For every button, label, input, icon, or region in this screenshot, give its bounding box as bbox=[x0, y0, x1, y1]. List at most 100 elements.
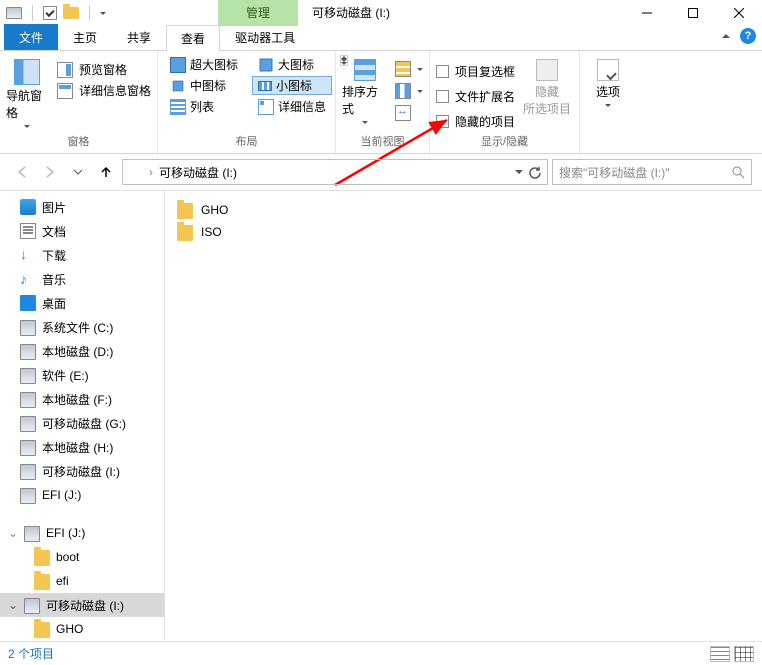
pictures-icon bbox=[20, 199, 36, 215]
up-button[interactable] bbox=[94, 160, 118, 184]
help-icon[interactable]: ? bbox=[740, 28, 756, 44]
close-button[interactable] bbox=[716, 0, 762, 26]
preview-pane-icon bbox=[57, 62, 73, 78]
columns-icon bbox=[395, 83, 411, 99]
layout-details[interactable]: 详细信息 bbox=[252, 97, 332, 116]
tab-share[interactable]: 共享 bbox=[112, 24, 166, 50]
status-bar: 2 个项目 bbox=[0, 641, 762, 665]
item-checkboxes-toggle[interactable]: 项目复选框 bbox=[436, 63, 515, 80]
qat-new-folder-icon[interactable] bbox=[63, 7, 79, 19]
desktop-icon bbox=[20, 295, 36, 311]
ribbon-tabs: 文件 主页 共享 查看 驱动器工具 ? bbox=[0, 26, 762, 50]
sort-icon bbox=[354, 59, 376, 81]
tree-documents[interactable]: 文档 bbox=[0, 219, 164, 243]
recent-locations-button[interactable] bbox=[66, 160, 90, 184]
tree-drive-h[interactable]: 本地磁盘 (H:) bbox=[0, 435, 164, 459]
tab-file[interactable]: 文件 bbox=[4, 24, 58, 50]
window-title: 可移动磁盘 (I:) bbox=[312, 0, 390, 26]
file-iso[interactable]: ISO bbox=[177, 221, 750, 243]
group-layout-label: 布局 bbox=[164, 133, 329, 151]
details-icon bbox=[258, 99, 274, 115]
sort-by-button[interactable]: 排序方式 bbox=[342, 55, 387, 133]
xl-icon bbox=[170, 57, 186, 73]
drive-icon bbox=[20, 344, 36, 360]
maximize-button[interactable] bbox=[670, 0, 716, 26]
fit-icon bbox=[395, 105, 411, 121]
contextual-tab-manage[interactable]: 管理 bbox=[218, 0, 298, 26]
hide-icon bbox=[536, 59, 558, 81]
tree-drive-c[interactable]: 系统文件 (C:) bbox=[0, 315, 164, 339]
options-button[interactable]: 选项 bbox=[586, 55, 630, 137]
drive-icon bbox=[20, 320, 36, 336]
drive-icon bbox=[24, 526, 40, 542]
drive-icon bbox=[20, 416, 36, 432]
size-columns-button[interactable] bbox=[395, 105, 423, 121]
minimize-button[interactable] bbox=[624, 0, 670, 26]
navigation-pane-button[interactable]: 导航窗格 bbox=[6, 55, 49, 133]
folder-icon bbox=[34, 550, 50, 566]
tree-music[interactable]: ♪音乐 bbox=[0, 267, 164, 291]
list-icon bbox=[170, 99, 186, 115]
tab-home[interactable]: 主页 bbox=[58, 24, 112, 50]
address-bar[interactable]: › 可移动磁盘 (I:) bbox=[122, 159, 548, 185]
drive-icon bbox=[20, 464, 36, 480]
collapse-ribbon-icon[interactable] bbox=[722, 34, 730, 38]
qat-properties-icon[interactable] bbox=[43, 6, 57, 20]
tree-removable-i-root[interactable]: ⌄可移动磁盘 (I:) bbox=[0, 593, 164, 617]
layout-list[interactable]: 列表 bbox=[164, 97, 244, 116]
forward-button[interactable] bbox=[38, 160, 62, 184]
details-pane-icon bbox=[57, 83, 73, 99]
tree-efi[interactable]: efi bbox=[0, 569, 164, 593]
hide-selected-button[interactable]: 隐藏 所选项目 bbox=[523, 55, 571, 133]
search-placeholder: 搜索"可移动磁盘 (I:)" bbox=[559, 164, 670, 181]
tab-drive-tools[interactable]: 驱动器工具 bbox=[220, 24, 310, 50]
navigation-row: › 可移动磁盘 (I:) 搜索"可移动磁盘 (I:)" bbox=[0, 154, 762, 190]
view-details-button[interactable] bbox=[710, 646, 730, 662]
chevron-down-icon bbox=[362, 121, 368, 124]
tree-drive-i[interactable]: 可移动磁盘 (I:) bbox=[0, 459, 164, 483]
navigation-tree[interactable]: 图片 文档 ↓下载 ♪音乐 桌面 系统文件 (C:) 本地磁盘 (D:) 软件 … bbox=[0, 191, 165, 640]
search-box[interactable]: 搜索"可移动磁盘 (I:)" bbox=[552, 159, 752, 185]
group-by-button[interactable] bbox=[395, 61, 423, 77]
preview-pane-button[interactable]: 预览窗格 bbox=[57, 61, 151, 78]
nav-pane-label: 导航窗格 bbox=[6, 87, 49, 121]
tree-drive-g[interactable]: 可移动磁盘 (G:) bbox=[0, 411, 164, 435]
checkbox-checked-icon bbox=[436, 115, 449, 128]
music-icon: ♪ bbox=[20, 271, 36, 287]
ribbon: 导航窗格 预览窗格 详细信息窗格 窗格 超大图标 中图标 列表 大图标 小图标 … bbox=[0, 50, 762, 154]
folder-icon bbox=[177, 225, 193, 241]
tree-drive-d[interactable]: 本地磁盘 (D:) bbox=[0, 339, 164, 363]
add-columns-button[interactable] bbox=[395, 83, 423, 99]
group-show-hide-label: 显示/隐藏 bbox=[436, 133, 573, 151]
tree-downloads[interactable]: ↓下载 bbox=[0, 243, 164, 267]
tree-efi-j-root[interactable]: ⌄EFI (J:) bbox=[0, 521, 164, 545]
details-pane-button[interactable]: 详细信息窗格 bbox=[57, 82, 151, 99]
tree-gho[interactable]: GHO bbox=[0, 617, 164, 640]
tree-desktop[interactable]: 桌面 bbox=[0, 291, 164, 315]
refresh-button[interactable] bbox=[527, 164, 543, 180]
tree-pictures[interactable]: 图片 bbox=[0, 195, 164, 219]
checkbox-unchecked-icon bbox=[436, 65, 449, 78]
tab-view[interactable]: 查看 bbox=[166, 25, 220, 51]
options-icon bbox=[597, 59, 619, 81]
hidden-items-toggle[interactable]: 隐藏的项目 bbox=[436, 113, 515, 130]
view-thumbnails-button[interactable] bbox=[734, 646, 754, 662]
layout-xl-icons[interactable]: 超大图标 bbox=[164, 55, 244, 74]
s-icon bbox=[258, 81, 272, 91]
file-list[interactable]: GHO ISO bbox=[165, 191, 762, 640]
layout-m-icons[interactable]: 中图标 bbox=[164, 76, 244, 95]
back-button[interactable] bbox=[10, 160, 34, 184]
file-extensions-toggle[interactable]: 文件扩展名 bbox=[436, 88, 515, 105]
tree-drive-j[interactable]: EFI (J:) bbox=[0, 483, 164, 507]
folder-icon bbox=[177, 203, 193, 219]
tree-drive-f[interactable]: 本地磁盘 (F:) bbox=[0, 387, 164, 411]
main-split: 图片 文档 ↓下载 ♪音乐 桌面 系统文件 (C:) 本地磁盘 (D:) 软件 … bbox=[0, 190, 762, 640]
file-gho[interactable]: GHO bbox=[177, 199, 750, 221]
search-icon bbox=[731, 165, 745, 182]
qat-customize-dropdown[interactable] bbox=[100, 12, 106, 15]
tree-boot[interactable]: boot bbox=[0, 545, 164, 569]
address-dropdown-icon[interactable] bbox=[515, 170, 523, 174]
layout-l-icons[interactable]: 大图标 bbox=[252, 55, 332, 74]
tree-drive-e[interactable]: 软件 (E:) bbox=[0, 363, 164, 387]
layout-s-icons[interactable]: 小图标 bbox=[252, 76, 332, 95]
